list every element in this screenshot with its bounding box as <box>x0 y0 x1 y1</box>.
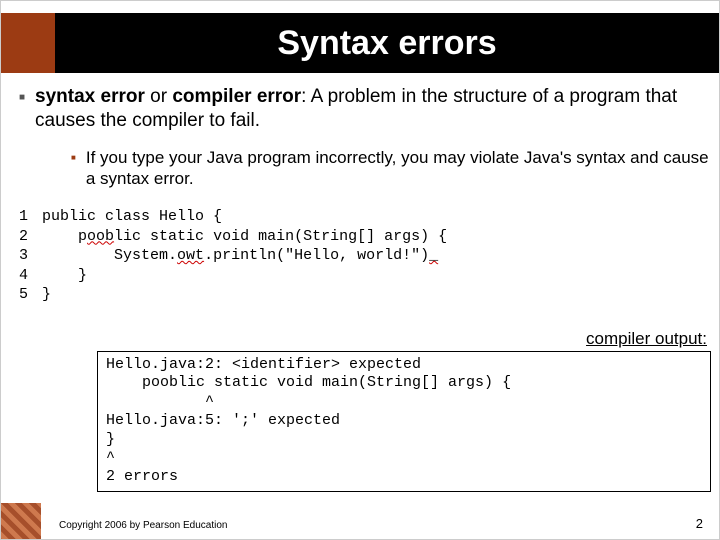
bullet-main-text: syntax error or compiler error: A proble… <box>35 85 711 133</box>
slide-content: ■ syntax error or compiler error: A prob… <box>19 79 711 492</box>
accent-strip <box>1 13 55 73</box>
square-bullet-icon: ■ <box>19 92 25 105</box>
code-body: public class Hello { pooblic static void… <box>42 207 447 305</box>
corner-decoration <box>1 503 41 539</box>
page-number: 2 <box>696 516 703 531</box>
compiler-output-box: Hello.java:2: <identifier> expected poob… <box>97 351 711 492</box>
error-underline: owt <box>177 247 204 264</box>
code-block: 1 2 3 4 5 public class Hello { pooblic s… <box>19 207 711 305</box>
bullet-main: ■ syntax error or compiler error: A prob… <box>19 85 711 133</box>
term-compiler-error: compiler error <box>172 86 301 107</box>
copyright-text: Copyright 2006 by Pearson Education <box>59 520 227 531</box>
code-line-numbers: 1 2 3 4 5 <box>19 207 42 305</box>
slide-title: Syntax errors <box>55 13 719 73</box>
bullet-sub: ■ If you type your Java program incorrec… <box>71 147 711 190</box>
square-bullet-icon: ■ <box>71 153 76 163</box>
bullet-sub-text: If you type your Java program incorrectl… <box>86 147 711 190</box>
slide: Syntax errors ■ syntax error or compiler… <box>0 0 720 540</box>
term-syntax-error: syntax error <box>35 86 145 107</box>
error-underline: oob <box>87 228 114 245</box>
compiler-output-label: compiler output: <box>19 329 707 349</box>
error-underline: _ <box>429 247 438 264</box>
